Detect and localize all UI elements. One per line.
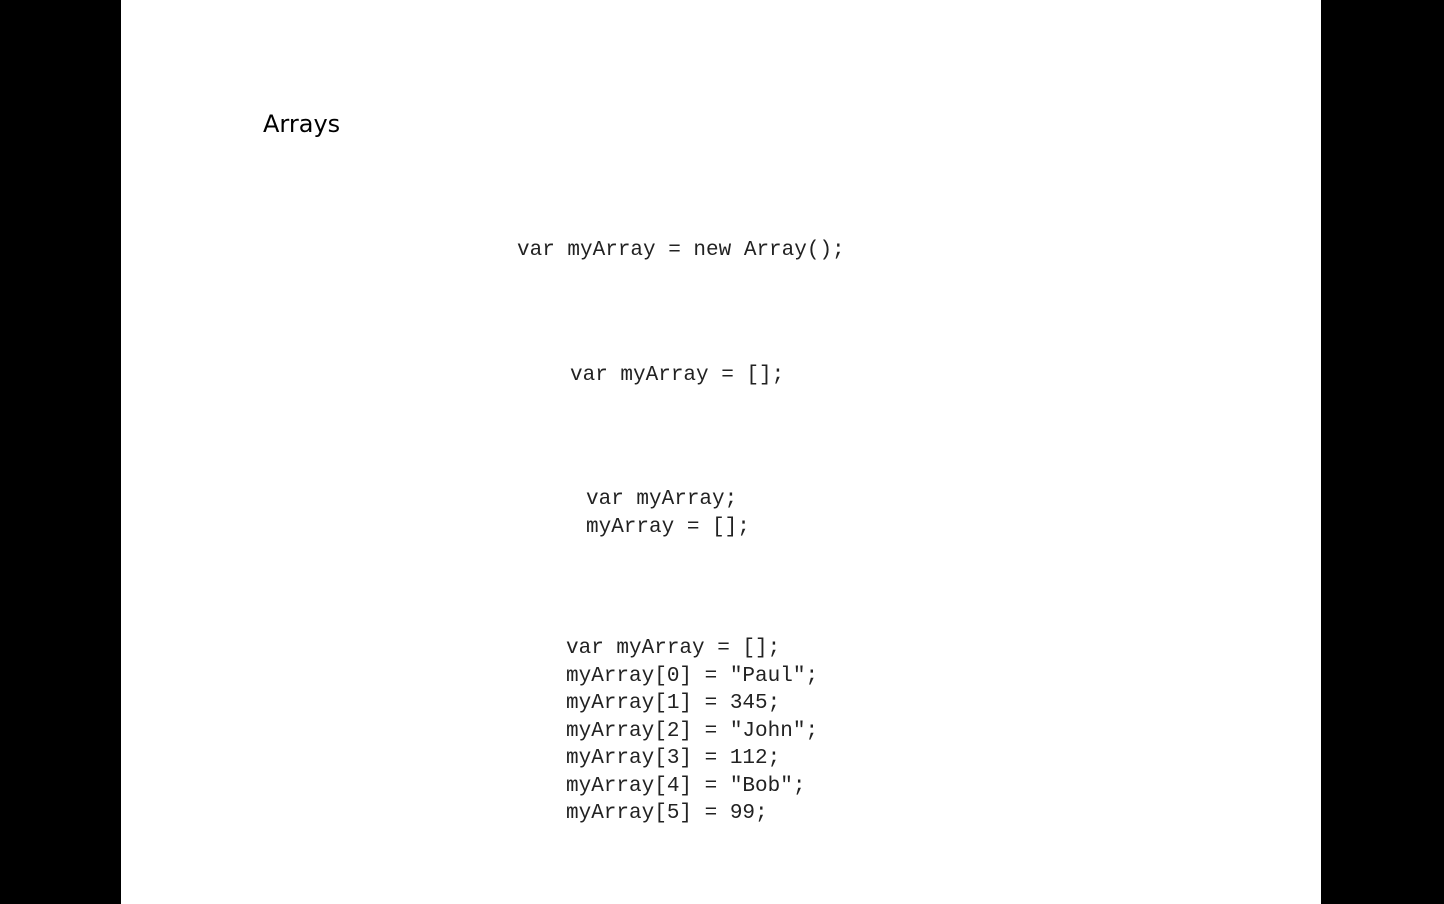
- code-line: myArray[3] = 112;: [566, 747, 781, 770]
- code-line: var myArray = [];: [570, 364, 785, 387]
- code-line: var myArray = new Array();: [517, 239, 845, 262]
- slide-viewer: Arrays var myArray = new Array(); var my…: [0, 0, 1444, 904]
- code-block-declare-then-assign: var myArray; myArray = [];: [586, 486, 750, 541]
- code-block-indexed-assignment: var myArray = []; myArray[0] = "Paul"; myA…: [566, 635, 818, 828]
- code-block-array-literal: var myArray = [];: [570, 362, 784, 390]
- code-line: myArray[2] = "John";: [566, 719, 819, 743]
- code-line: myArray[4] = "Bob";: [566, 774, 806, 798]
- slide: Arrays var myArray = new Array(); var my…: [121, 0, 1321, 904]
- code-line: myArray[5] = 99;: [566, 802, 768, 825]
- code-line: var myArray = [];: [566, 637, 781, 660]
- slide-title: Arrays: [263, 110, 341, 138]
- code-line: myArray[0] = "Paul";: [566, 664, 819, 688]
- code-line: myArray[1] = 345;: [566, 692, 781, 715]
- code-line: myArray = [];: [586, 515, 750, 539]
- code-block-array-constructor: var myArray = new Array();: [517, 237, 845, 265]
- code-line: var myArray;: [586, 488, 738, 511]
